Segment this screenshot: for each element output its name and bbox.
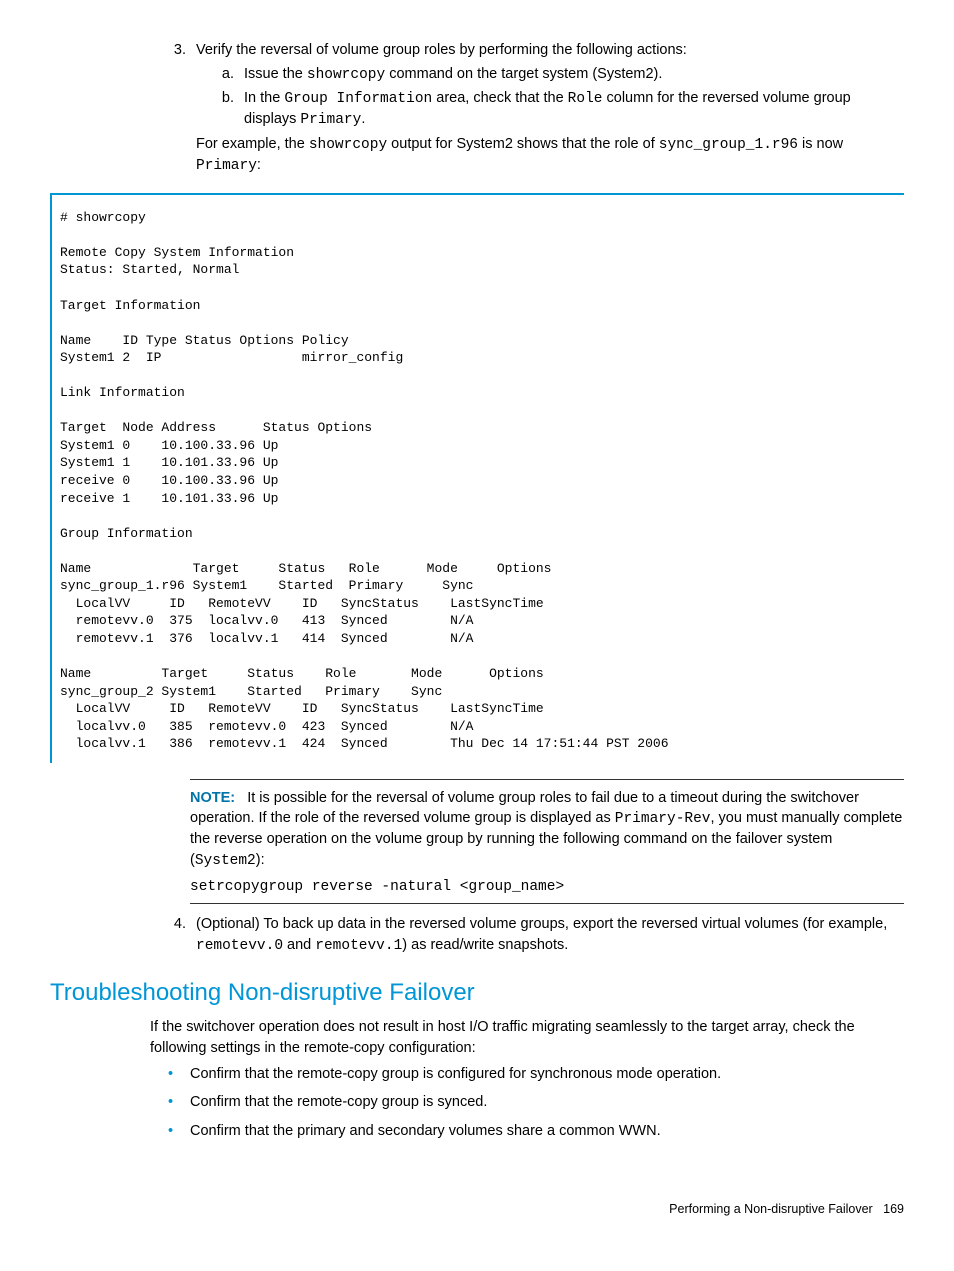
footer-title: Performing a Non-disruptive Failover bbox=[669, 1202, 873, 1216]
code-output: # showrcopy Remote Copy System Informati… bbox=[50, 193, 904, 763]
step3a: Issue the showrcopy command on the targe… bbox=[238, 64, 904, 85]
step3-example: For example, the showrcopy output for Sy… bbox=[196, 134, 904, 177]
troubleshoot-intro: If the switchover operation does not res… bbox=[150, 1017, 904, 1058]
note-block: NOTE: It is possible for the reversal of… bbox=[190, 779, 904, 904]
section-heading: Troubleshooting Non-disruptive Failover bbox=[50, 976, 904, 1010]
page-number: 169 bbox=[883, 1202, 904, 1216]
step-4: (Optional) To back up data in the revers… bbox=[190, 914, 904, 956]
bullet-1: Confirm that the remote-copy group is co… bbox=[150, 1064, 904, 1084]
bullet-3: Confirm that the primary and secondary v… bbox=[150, 1121, 904, 1141]
step3b: In the Group Information area, check tha… bbox=[238, 88, 904, 131]
note-label: NOTE: bbox=[190, 790, 235, 806]
step3-intro: Verify the reversal of volume group role… bbox=[196, 42, 687, 58]
note-rule-bottom bbox=[190, 903, 904, 904]
step-list: Verify the reversal of volume group role… bbox=[190, 40, 904, 177]
note-rule-top bbox=[190, 779, 904, 780]
step-3: Verify the reversal of volume group role… bbox=[190, 40, 904, 177]
note-command: setrcopygroup reverse -natural <group_na… bbox=[190, 877, 904, 897]
page-footer: Performing a Non-disruptive Failover 169 bbox=[50, 1201, 904, 1219]
step-list-cont: (Optional) To back up data in the revers… bbox=[190, 914, 904, 956]
bullet-2: Confirm that the remote-copy group is sy… bbox=[150, 1092, 904, 1112]
troubleshoot-list: Confirm that the remote-copy group is co… bbox=[150, 1064, 904, 1141]
step3-sublist: Issue the showrcopy command on the targe… bbox=[196, 64, 904, 130]
